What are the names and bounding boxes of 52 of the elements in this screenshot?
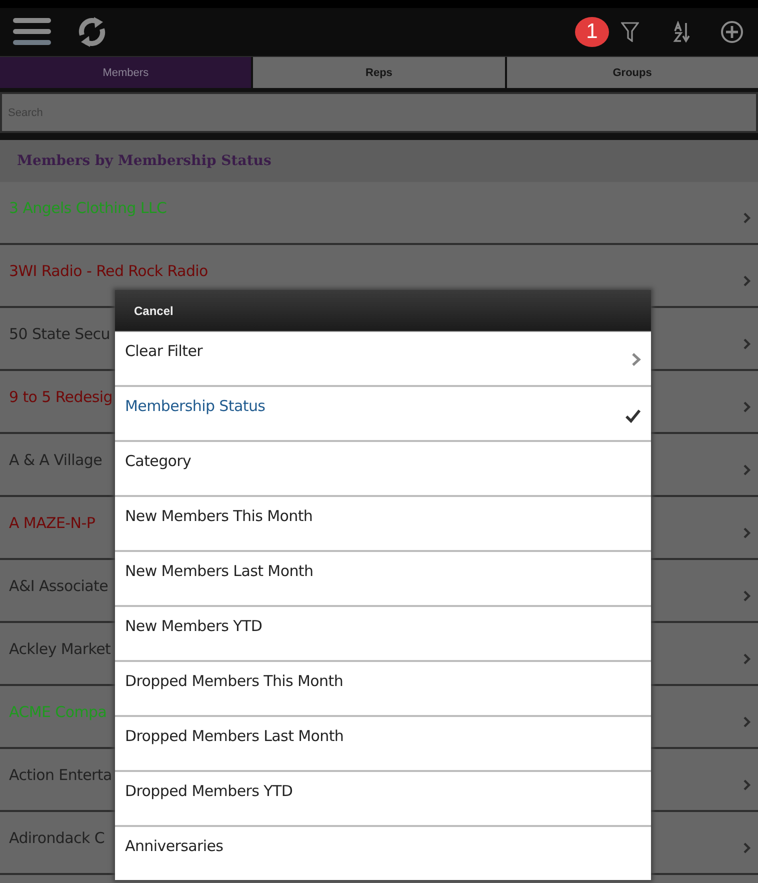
filter-option[interactable]: Anniversaries [115,825,651,880]
option-label: Clear Filter [125,342,203,362]
option-label: New Members This Month [125,507,313,527]
member-name: Ackley Market [9,640,111,658]
option-label: Membership Status [125,397,266,417]
member-name: Action Enterta [9,766,112,784]
member-name: 50 State Secu [9,324,110,342]
option-label: New Members YTD [125,617,262,637]
filter-option[interactable]: Dropped Members This Month [115,660,651,715]
chevron-icon [743,212,751,224]
chevron-icon [743,274,751,286]
member-name: ACME Compa [9,702,107,720]
chevron-icon [743,464,751,476]
chevron-icon [743,590,751,602]
chevron-icon [743,338,751,350]
filter-option[interactable]: New Members Last Month [115,550,651,605]
add-icon[interactable] [720,20,744,44]
chevron-icon [743,652,751,664]
filter-option[interactable]: New Members YTD [115,605,651,660]
option-label: Dropped Members This Month [125,672,344,692]
chevron-icon [743,716,751,728]
option-label: Dropped Members Last Month [125,727,344,747]
filter-option[interactable]: Clear Filter [115,331,651,385]
option-label: Dropped Members YTD [125,782,293,802]
notification-badge[interactable]: 1 [575,17,609,47]
sort-icon[interactable] [673,21,691,43]
option-label: Anniversaries [125,837,224,857]
member-name: Adirondack C [9,828,104,846]
filter-option[interactable]: Dropped Members YTD [115,770,651,825]
chevron-icon [743,778,751,790]
refresh-icon[interactable] [76,15,108,49]
filter-option[interactable]: Category [115,440,651,495]
filter-icon[interactable] [621,22,639,42]
section-title: Members by Membership Status [17,153,272,169]
filter-option[interactable]: Membership Status [115,385,651,440]
chevron-icon [743,400,751,412]
menu-icon[interactable] [13,17,51,47]
member-name: A&I Associate [9,576,108,594]
chevron-icon [631,352,641,367]
member-name: A MAZE-N-P [9,514,96,532]
filter-option[interactable]: Dropped Members Last Month [115,715,651,770]
member-name: A & A Village [9,450,102,468]
member-name: 3WI Radio - Red Rock Radio [9,262,208,280]
checkmark-icon [625,409,641,423]
filter-option[interactable]: New Members This Month [115,495,651,550]
member-name: 3 Angels Clothing LLC [9,198,167,216]
tab[interactable]: Members [0,57,252,88]
option-label: Category [125,452,192,472]
option-label: New Members Last Month [125,562,314,582]
chevron-icon [743,526,751,538]
chevron-icon [743,842,751,854]
member-name: 9 to 5 Redesig [9,388,112,406]
